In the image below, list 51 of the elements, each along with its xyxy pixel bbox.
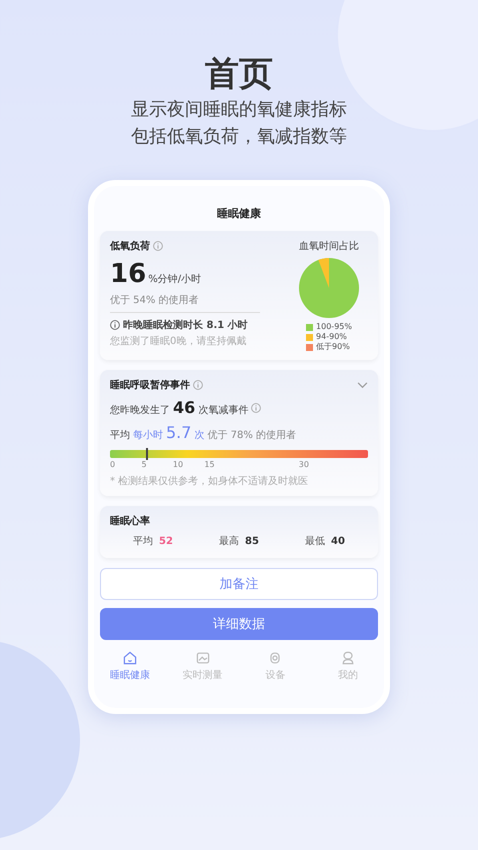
stat-value: 52 <box>159 536 173 547</box>
rate-comparison: 优于 78% 的使用者 <box>207 428 296 442</box>
stat-value: 85 <box>245 536 259 547</box>
events-count: 46 <box>173 398 196 417</box>
gauge-tick-label: 30 <box>298 460 309 469</box>
subtitle-line: 显示夜间睡眠的氧健康指标 <box>130 98 348 122</box>
tab-item[interactable]: 实时测量 <box>172 650 233 682</box>
info-icon[interactable] <box>153 241 163 251</box>
rate-prefix: 平均 <box>110 429 130 442</box>
legend-label: 100-95% <box>316 322 352 332</box>
info-icon <box>110 320 120 330</box>
pie-chart-drawing <box>298 257 360 319</box>
card-title: 低氧负荷 <box>110 240 150 253</box>
details-button[interactable]: 详细数据 <box>100 608 378 640</box>
stat-value: 40 <box>331 536 345 547</box>
gauge-tick-label: 0 <box>110 460 116 469</box>
hint-text: 您监测了睡眠0晚，请坚持佩戴 <box>110 334 248 348</box>
tab-item[interactable]: 设备 <box>245 650 306 682</box>
events-suffix: 次氧减事件 <box>198 404 248 417</box>
duration-text: 昨晚睡眠检测时长 8.1 小时 <box>123 318 248 332</box>
image-icon <box>194 650 211 666</box>
value-unit: %分钟/小时 <box>148 272 202 286</box>
person-icon <box>340 650 356 666</box>
rate-unit: 次 <box>194 429 204 442</box>
events-prefix: 您昨晚发生了 <box>110 404 170 417</box>
hypoxic-value: 16 <box>110 259 146 289</box>
chart-title: 血氧时间占比 <box>299 240 359 253</box>
page-title: 首页 <box>205 53 273 96</box>
gauge-tick-label: 10 <box>172 460 184 469</box>
info-icon[interactable] <box>193 380 203 390</box>
rate-per: 每小时 <box>133 428 163 442</box>
card-title: 睡眠呼吸暂停事件 <box>110 378 190 392</box>
info-icon[interactable] <box>251 403 262 413</box>
subtitle-line: 包括低氧负荷，氧减指数等 <box>130 125 348 149</box>
stat-label: 平均 <box>133 535 154 548</box>
rate-value: 5.7 <box>166 423 192 442</box>
legend-label: 低于90% <box>316 342 350 352</box>
stat-label: 最高 <box>219 534 240 548</box>
stat-label: 最低 <box>305 535 326 548</box>
legend-label: 94-90% <box>316 332 347 342</box>
card-title: 睡眠心率 <box>110 514 151 528</box>
screen-title: 睡眠健康 <box>216 206 262 221</box>
gauge-tick-label: 5 <box>141 460 147 469</box>
home-icon <box>122 650 138 666</box>
comparison-text: 优于 54% 的使用者 <box>110 294 200 307</box>
gauge-tick-label: 15 <box>204 460 215 469</box>
tab-item[interactable]: 睡眠健康 <box>100 650 160 682</box>
tab-item[interactable]: 我的 <box>318 650 378 682</box>
add-note-button[interactable]: 加备注 <box>100 568 378 600</box>
disclaimer-text: * 检测结果仅供参考，如身体不适请及时就医 <box>110 474 310 488</box>
chevron-down-icon[interactable] <box>357 382 368 388</box>
